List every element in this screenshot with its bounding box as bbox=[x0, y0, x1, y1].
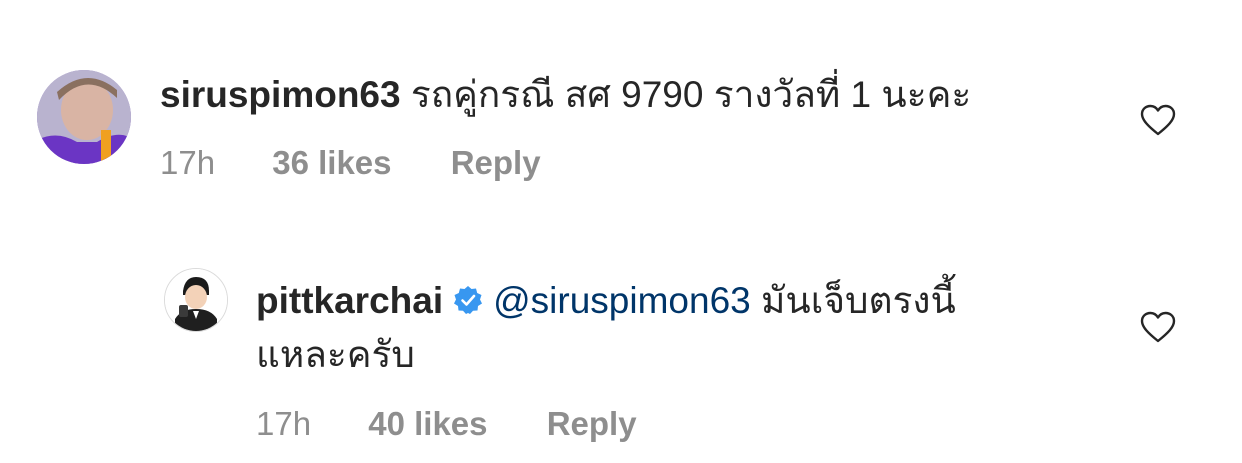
comment-body: รถคู่กรณี สศ 9790 รางวัลที่ 1 นะคะ bbox=[410, 74, 972, 115]
comment-time[interactable]: 17h bbox=[256, 404, 311, 444]
reply-button[interactable]: Reply bbox=[451, 143, 541, 183]
mention-link[interactable]: @siruspimon63 bbox=[493, 280, 751, 321]
comment-meta: 17h 40 likes Reply bbox=[256, 404, 637, 444]
comment-likes[interactable]: 40 likes bbox=[368, 404, 487, 444]
comment-body-continued: แหละครับ bbox=[256, 334, 415, 375]
comment-text-line: แหละครับ bbox=[256, 332, 415, 378]
heart-icon[interactable] bbox=[1140, 104, 1176, 136]
comment-body: มันเจ็บตรงนี้ bbox=[750, 280, 956, 321]
comment-meta: 17h 36 likes Reply bbox=[160, 143, 541, 183]
comment-username[interactable]: siruspimon63 bbox=[160, 74, 401, 115]
avatar-image bbox=[37, 70, 131, 164]
comment-text-line: pittkarchai @siruspimon63 มันเจ็บตรงนี้ bbox=[256, 278, 956, 324]
comment-time[interactable]: 17h bbox=[160, 143, 215, 183]
verified-badge-icon bbox=[454, 286, 483, 315]
avatar[interactable] bbox=[164, 268, 228, 332]
comment-username[interactable]: pittkarchai bbox=[256, 280, 443, 321]
avatar[interactable] bbox=[37, 70, 131, 164]
reply-button[interactable]: Reply bbox=[547, 404, 637, 444]
comment-likes[interactable]: 36 likes bbox=[272, 143, 391, 183]
comment-text-line: siruspimon63 รถคู่กรณี สศ 9790 รางวัลที่… bbox=[160, 72, 971, 118]
heart-icon[interactable] bbox=[1140, 311, 1176, 343]
avatar-image bbox=[165, 269, 227, 331]
